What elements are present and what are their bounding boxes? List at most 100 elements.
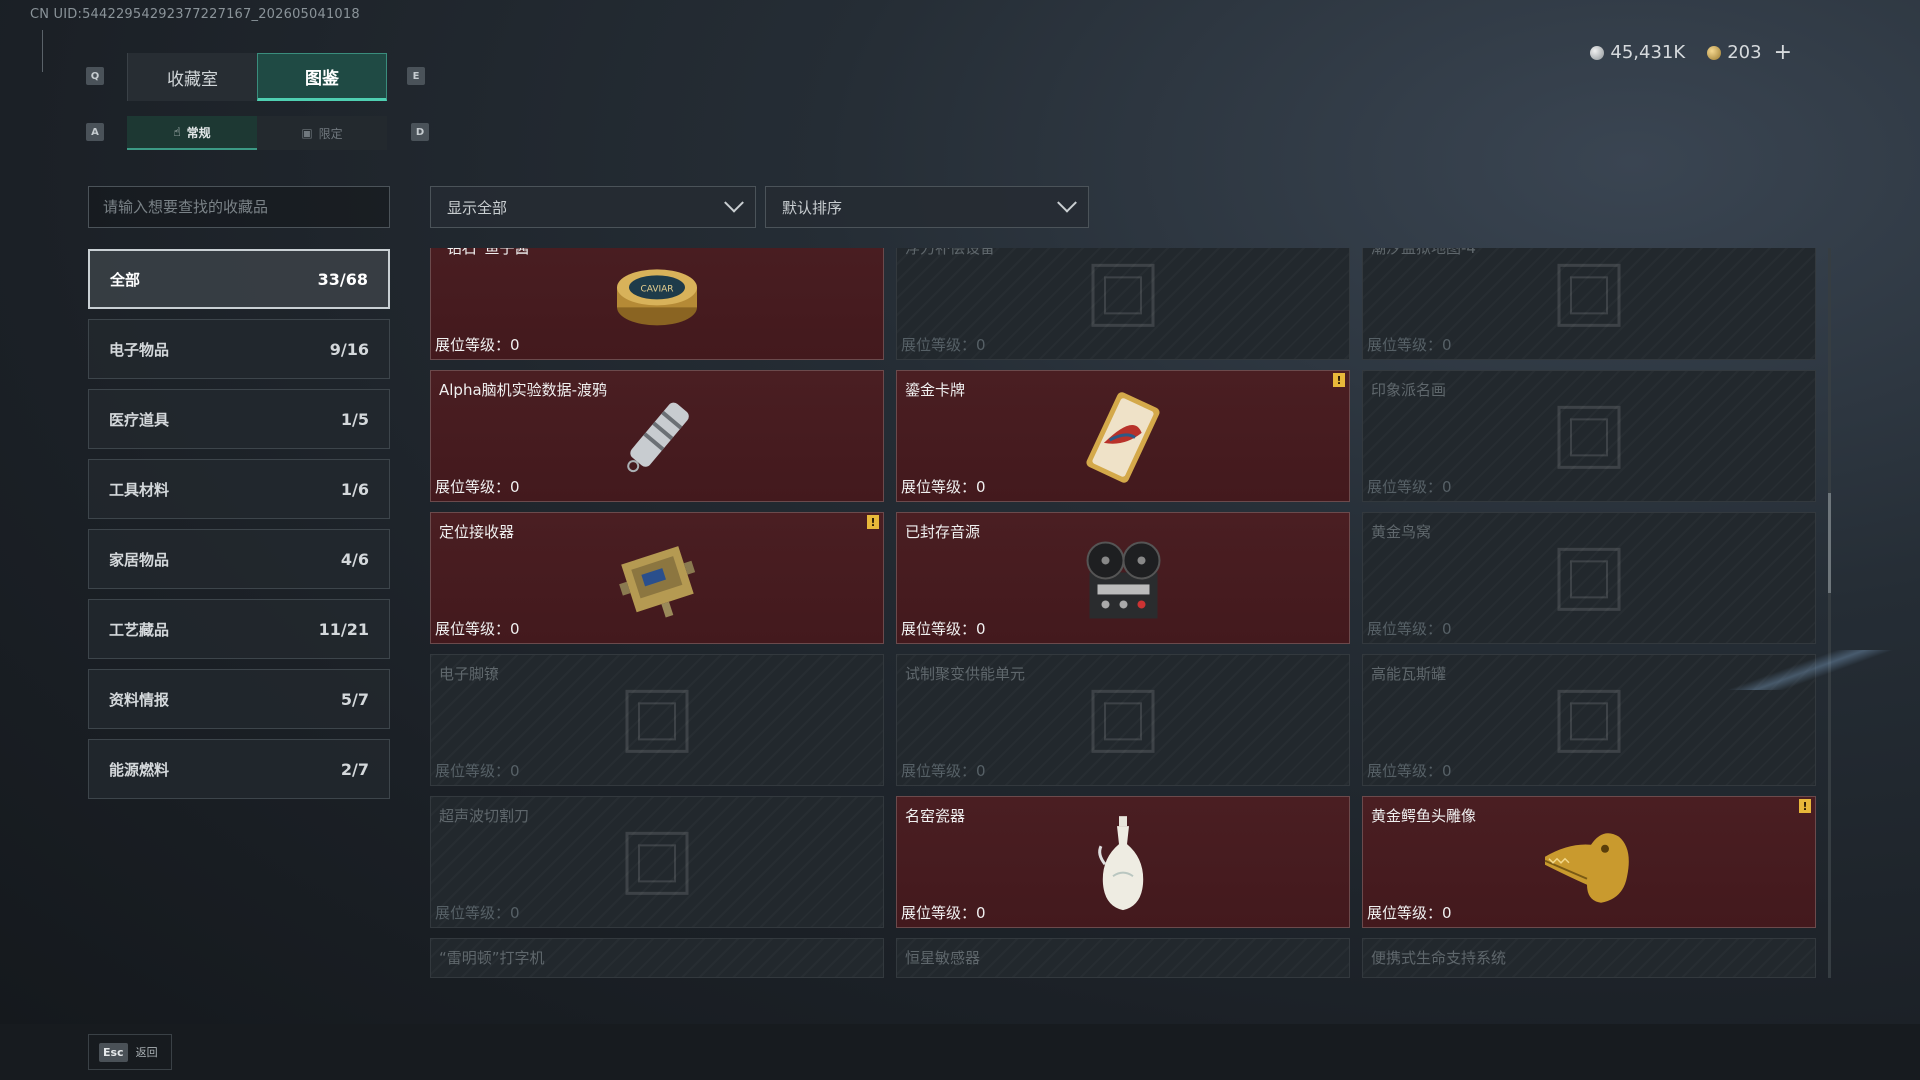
item-name: 恒星敏感器 bbox=[905, 949, 981, 967]
subtab-label: 常规 bbox=[186, 125, 211, 140]
back-label: 返回 bbox=[135, 1046, 158, 1059]
add-currency-button[interactable]: + bbox=[1774, 40, 1792, 65]
category-tools[interactable]: 工具材料 1/6 bbox=[88, 459, 390, 519]
category-label: 工艺藏品 bbox=[109, 620, 170, 639]
data-drive-icon bbox=[612, 393, 702, 487]
gold-coin-icon bbox=[1707, 45, 1722, 60]
uid-label: CN UID:54422954292377227167_202605041018 bbox=[30, 7, 360, 22]
item-name: 浮力补偿设备 bbox=[905, 248, 996, 257]
level-value: 0 bbox=[976, 904, 986, 922]
subtab-regular[interactable]: ☝ 常规 bbox=[127, 116, 257, 150]
filter-label: 显示全部 bbox=[447, 198, 508, 217]
tab-codex[interactable]: 图鉴 bbox=[257, 53, 387, 101]
collection-item-card[interactable]: “雷明顿”打字机 bbox=[430, 938, 884, 978]
category-home[interactable]: 家居物品 4/6 bbox=[88, 529, 390, 589]
collection-item-card[interactable]: 电子脚镣 展位等级：0 bbox=[430, 654, 884, 786]
gas-canister-icon bbox=[1549, 681, 1629, 765]
scrollbar-thumb[interactable] bbox=[1828, 493, 1831, 593]
collection-item-card[interactable]: 定位接收器 展位等级：0! bbox=[430, 512, 884, 644]
background-light-streak bbox=[1720, 650, 1900, 690]
level-label: 展位等级： bbox=[435, 620, 511, 638]
tab-label: 图鉴 bbox=[305, 68, 339, 89]
hand-icon: ☝ bbox=[173, 125, 181, 139]
collection-item-card[interactable]: 名窑瓷器 展位等级：0 bbox=[896, 796, 1350, 928]
chevron-down-icon bbox=[1057, 192, 1077, 213]
subtab-limited[interactable]: ▣ 限定 bbox=[257, 116, 387, 150]
item-name: 潮汐监狱地图-4 bbox=[1371, 248, 1476, 257]
item-name: Alpha脑机实验数据-渡鸦 bbox=[439, 381, 608, 399]
level-value: 0 bbox=[510, 620, 520, 638]
level-label: 展位等级： bbox=[1367, 336, 1443, 354]
item-level: 展位等级：0 bbox=[901, 902, 986, 923]
category-electronics[interactable]: 电子物品 9/16 bbox=[88, 319, 390, 379]
hotkey-e[interactable]: E bbox=[407, 67, 425, 85]
subtab-label: 限定 bbox=[318, 126, 343, 141]
category-crafts[interactable]: 工艺藏品 11/21 bbox=[88, 599, 390, 659]
hotkey-q[interactable]: Q bbox=[86, 67, 104, 85]
item-name: 超声波切割刀 bbox=[439, 807, 530, 825]
receiver-icon bbox=[610, 532, 705, 631]
image-icon: ▣ bbox=[301, 126, 313, 140]
tab-collection-room[interactable]: 收藏室 bbox=[127, 53, 257, 101]
category-intel[interactable]: 资料情报 5/7 bbox=[88, 669, 390, 729]
item-name: 黄金鸟窝 bbox=[1371, 523, 1432, 541]
level-label: 展位等级： bbox=[1367, 904, 1443, 922]
item-name: 印象派名画 bbox=[1371, 381, 1447, 399]
item-level: 展位等级：0 bbox=[901, 760, 986, 781]
collection-item-card[interactable]: 超声波切割刀 展位等级：0 bbox=[430, 796, 884, 928]
collection-item-card[interactable]: 黄金鸟窝 展位等级：0 bbox=[1362, 512, 1816, 644]
item-level: 展位等级：0 bbox=[1367, 902, 1452, 923]
category-all[interactable]: 全部 33/68 bbox=[88, 249, 390, 309]
collection-item-card[interactable]: 已封存音源 展位等级：0 bbox=[896, 512, 1350, 644]
item-name: “钻石”鱼子酱 bbox=[439, 248, 530, 257]
chevron-down-icon bbox=[724, 192, 744, 213]
bcd-vest-icon bbox=[1083, 255, 1163, 339]
collection-item-card[interactable]: 浮力补偿设备 展位等级：0 bbox=[896, 248, 1350, 360]
category-energy[interactable]: 能源燃料 2/7 bbox=[88, 739, 390, 799]
collection-item-card[interactable]: 潮汐监狱地图-4 展位等级：0 bbox=[1362, 248, 1816, 360]
level-label: 展位等级： bbox=[435, 762, 511, 780]
level-label: 展位等级： bbox=[901, 904, 977, 922]
level-label: 展位等级： bbox=[1367, 478, 1443, 496]
collection-item-card[interactable]: 鎏金卡牌 展位等级：0! bbox=[896, 370, 1350, 502]
collection-item-card[interactable]: 黄金鳄鱼头雕像 展位等级：0! bbox=[1362, 796, 1816, 928]
level-value: 0 bbox=[976, 478, 986, 496]
level-value: 0 bbox=[976, 336, 986, 354]
item-level: 展位等级：0 bbox=[901, 476, 986, 497]
collection-item-card[interactable]: 恒星敏感器 bbox=[896, 938, 1350, 978]
collection-item-card[interactable]: “钻石”鱼子酱CAVIAR展位等级：0! bbox=[430, 248, 884, 360]
sort-dropdown[interactable]: 默认排序 bbox=[765, 186, 1089, 228]
level-value: 0 bbox=[510, 336, 520, 354]
map-icon bbox=[1549, 255, 1629, 339]
level-label: 展位等级： bbox=[901, 478, 977, 496]
porcelain-vase-icon bbox=[1093, 814, 1153, 918]
item-level: 展位等级：0 bbox=[435, 334, 520, 355]
level-label: 展位等级： bbox=[435, 336, 511, 354]
level-value: 0 bbox=[510, 762, 520, 780]
category-label: 医疗道具 bbox=[109, 410, 170, 429]
back-button[interactable]: Esc 返回 bbox=[88, 1034, 172, 1070]
filter-dropdown[interactable]: 显示全部 bbox=[430, 186, 756, 228]
item-name: 鎏金卡牌 bbox=[905, 381, 966, 399]
level-value: 0 bbox=[510, 478, 520, 496]
collection-item-card[interactable]: 便携式生命支持系统 bbox=[1362, 938, 1816, 978]
item-grid: “钻石”鱼子酱CAVIAR展位等级：0!浮力补偿设备展位等级：0潮汐监狱地图-4… bbox=[430, 248, 1818, 980]
esc-key-hint: Esc bbox=[99, 1042, 128, 1062]
silver-coin-icon bbox=[1590, 45, 1605, 60]
category-medical[interactable]: 医疗道具 1/5 bbox=[88, 389, 390, 449]
item-level: 展位等级：0 bbox=[435, 760, 520, 781]
gilded-card-icon bbox=[1078, 390, 1168, 489]
search-input[interactable] bbox=[88, 186, 390, 228]
hotkey-a[interactable]: A bbox=[86, 123, 104, 141]
silver-amount: 45,431K bbox=[1610, 42, 1686, 63]
decor-line bbox=[42, 30, 48, 72]
hotkey-d[interactable]: D bbox=[411, 123, 429, 141]
grid-scrollbar[interactable] bbox=[1828, 248, 1831, 978]
category-count: 1/6 bbox=[340, 479, 369, 499]
collection-item-card[interactable]: 印象派名画 展位等级：0 bbox=[1362, 370, 1816, 502]
collection-item-card[interactable]: Alpha脑机实验数据-渡鸦 展位等级：0 bbox=[430, 370, 884, 502]
new-item-badge: ! bbox=[1799, 799, 1811, 813]
level-value: 0 bbox=[1442, 620, 1452, 638]
item-level: 展位等级：0 bbox=[1367, 760, 1452, 781]
collection-item-card[interactable]: 试制聚变供能单元 展位等级：0 bbox=[896, 654, 1350, 786]
